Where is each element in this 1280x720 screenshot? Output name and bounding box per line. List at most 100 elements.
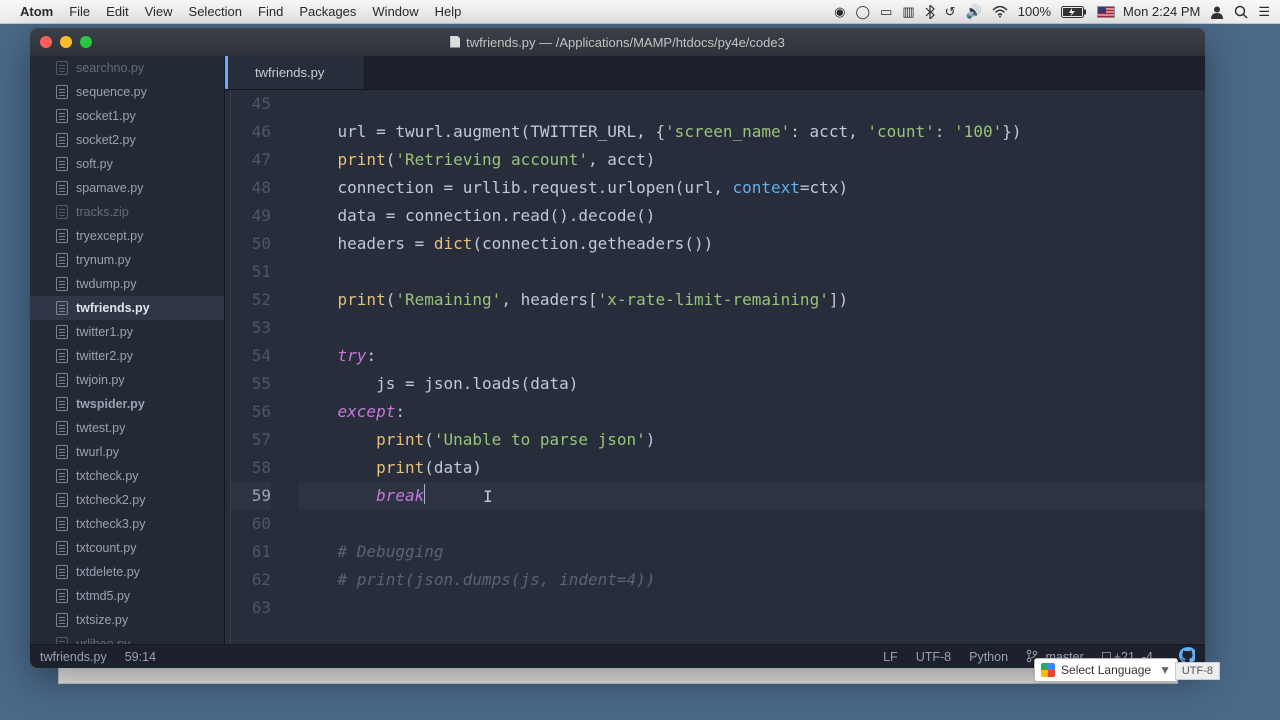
- tree-file[interactable]: socket1.py: [30, 104, 224, 128]
- line-number[interactable]: 57: [231, 426, 271, 454]
- line-number[interactable]: 52: [231, 286, 271, 314]
- menu-packages[interactable]: Packages: [299, 4, 356, 19]
- tree-file[interactable]: spamave.py: [30, 176, 224, 200]
- status-file[interactable]: twfriends.py: [40, 650, 107, 664]
- tree-file[interactable]: txtcheck.py: [30, 464, 224, 488]
- line-number[interactable]: 54: [231, 342, 271, 370]
- file-tree[interactable]: searchno.pysequence.pysocket1.pysocket2.…: [30, 56, 225, 644]
- tree-file[interactable]: urlibeo.pv: [30, 632, 224, 644]
- line-number[interactable]: 61: [231, 538, 271, 566]
- bluetooth-icon[interactable]: [925, 5, 935, 19]
- tree-file[interactable]: searchno.py: [30, 56, 224, 80]
- text-editor[interactable]: 45464748495051525354555657585960616263 u…: [225, 90, 1205, 644]
- spotlight-icon[interactable]: [1234, 5, 1248, 19]
- tab-twfriends[interactable]: twfriends.py: [225, 56, 365, 89]
- status-encoding[interactable]: UTF-8: [916, 650, 951, 664]
- tree-file[interactable]: txtcheck2.py: [30, 488, 224, 512]
- code-line[interactable]: # Debugging: [299, 538, 1205, 566]
- tree-file[interactable]: twitter1.py: [30, 320, 224, 344]
- keystats-icon[interactable]: ▥: [902, 4, 914, 20]
- line-number[interactable]: 50: [231, 230, 271, 258]
- line-number[interactable]: 56: [231, 398, 271, 426]
- window-titlebar[interactable]: twfriends.py — /Applications/MAMP/htdocs…: [30, 28, 1205, 56]
- code-line[interactable]: [299, 314, 1205, 342]
- code-line[interactable]: print(data): [299, 454, 1205, 482]
- line-number[interactable]: 46: [231, 118, 271, 146]
- code-line[interactable]: data = connection.read().decode(): [299, 202, 1205, 230]
- tree-file[interactable]: soft.py: [30, 152, 224, 176]
- menu-selection[interactable]: Selection: [189, 4, 242, 19]
- code-line[interactable]: print('Unable to parse json'): [299, 426, 1205, 454]
- tree-file[interactable]: twtest.py: [30, 416, 224, 440]
- app-name[interactable]: Atom: [20, 4, 53, 19]
- line-number[interactable]: 59: [231, 482, 271, 510]
- code-line[interactable]: try:: [299, 342, 1205, 370]
- wifi-icon[interactable]: [992, 6, 1008, 18]
- close-window-button[interactable]: [40, 36, 52, 48]
- code-line[interactable]: print('Remaining', headers['x-rate-limit…: [299, 286, 1205, 314]
- menu-find[interactable]: Find: [258, 4, 283, 19]
- tree-file[interactable]: txtsize.py: [30, 608, 224, 632]
- status-grammar[interactable]: Python: [969, 650, 1008, 664]
- zoom-window-button[interactable]: [80, 36, 92, 48]
- tree-file[interactable]: sequence.py: [30, 80, 224, 104]
- tree-file[interactable]: txtmd5.py: [30, 584, 224, 608]
- tree-file[interactable]: twurl.py: [30, 440, 224, 464]
- code-line[interactable]: [299, 510, 1205, 538]
- tree-file[interactable]: trynum.py: [30, 248, 224, 272]
- screencast-icon[interactable]: ◯: [856, 4, 871, 20]
- timemachine-icon[interactable]: ↺: [945, 4, 956, 20]
- tree-file[interactable]: tryexcept.py: [30, 224, 224, 248]
- code-line[interactable]: [299, 90, 1205, 118]
- code-area[interactable]: url = twurl.augment(TWITTER_URL, {'scree…: [281, 90, 1205, 644]
- code-line[interactable]: connection = urllib.request.urlopen(url,…: [299, 174, 1205, 202]
- tree-file[interactable]: twdump.py: [30, 272, 224, 296]
- display-icon[interactable]: ▭: [880, 4, 892, 20]
- line-number[interactable]: 53: [231, 314, 271, 342]
- minimize-window-button[interactable]: [60, 36, 72, 48]
- tree-file[interactable]: twjoin.py: [30, 368, 224, 392]
- tree-file[interactable]: txtdelete.py: [30, 560, 224, 584]
- line-number[interactable]: 51: [231, 258, 271, 286]
- line-number[interactable]: 58: [231, 454, 271, 482]
- code-line[interactable]: headers = dict(connection.getheaders()): [299, 230, 1205, 258]
- line-number[interactable]: 62: [231, 566, 271, 594]
- line-number[interactable]: 45: [231, 90, 271, 118]
- battery-icon[interactable]: [1061, 6, 1087, 18]
- line-number[interactable]: 55: [231, 370, 271, 398]
- menubar-clock[interactable]: Mon 2:24 PM: [1123, 4, 1200, 19]
- code-line[interactable]: [299, 594, 1205, 622]
- code-line[interactable]: url = twurl.augment(TWITTER_URL, {'scree…: [299, 118, 1205, 146]
- tree-file[interactable]: txtcheck3.py: [30, 512, 224, 536]
- line-number[interactable]: 63: [231, 594, 271, 622]
- siri-icon[interactable]: ◉: [834, 4, 845, 20]
- code-line[interactable]: break I: [299, 482, 1205, 510]
- tree-file[interactable]: twfriends.py: [30, 296, 224, 320]
- tree-file[interactable]: twitter2.py: [30, 344, 224, 368]
- line-number[interactable]: 60: [231, 510, 271, 538]
- line-number[interactable]: 47: [231, 146, 271, 174]
- code-line[interactable]: # print(json.dumps(js, indent=4)): [299, 566, 1205, 594]
- code-line[interactable]: except:: [299, 398, 1205, 426]
- battery-percent[interactable]: 100%: [1018, 4, 1051, 19]
- volume-icon[interactable]: 🔊: [966, 4, 982, 20]
- select-language-dropdown[interactable]: Select Language ▼: [1034, 658, 1178, 682]
- tree-file[interactable]: twspider.py: [30, 392, 224, 416]
- line-number[interactable]: 48: [231, 174, 271, 202]
- code-line[interactable]: [299, 258, 1205, 286]
- tree-file[interactable]: txtcount.py: [30, 536, 224, 560]
- status-eol[interactable]: LF: [883, 650, 898, 664]
- user-icon[interactable]: [1210, 5, 1224, 19]
- notification-center-icon[interactable]: ☰: [1258, 4, 1270, 20]
- menu-view[interactable]: View: [145, 4, 173, 19]
- line-number-gutter[interactable]: 45464748495051525354555657585960616263: [231, 90, 281, 644]
- status-cursor-pos[interactable]: 59:14: [125, 650, 156, 664]
- code-line[interactable]: js = json.loads(data): [299, 370, 1205, 398]
- code-line[interactable]: print('Retrieving account', acct): [299, 146, 1205, 174]
- tree-file[interactable]: tracks.zip: [30, 200, 224, 224]
- line-number[interactable]: 49: [231, 202, 271, 230]
- menu-help[interactable]: Help: [435, 4, 462, 19]
- input-flag[interactable]: [1097, 6, 1115, 18]
- tree-file[interactable]: socket2.py: [30, 128, 224, 152]
- menu-file[interactable]: File: [69, 4, 90, 19]
